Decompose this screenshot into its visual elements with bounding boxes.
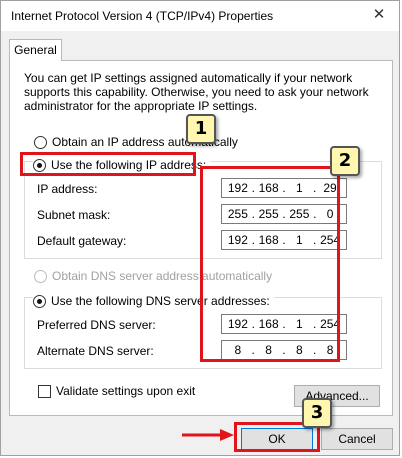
ip-octet-3[interactable]: 1 — [289, 181, 309, 195]
octet-separator: . — [282, 343, 286, 357]
adns-octet-4[interactable]: 8 — [320, 343, 340, 357]
adns-octet-3[interactable]: 8 — [289, 343, 309, 357]
obtain-dns-auto-radio[interactable]: Obtain DNS server address automatically — [34, 269, 272, 283]
pdns-octet-1[interactable]: 192 — [228, 317, 248, 331]
use-following-dns-label: Use the following DNS server addresses: — [51, 294, 270, 308]
subnet-octet-4[interactable]: 0 — [320, 207, 340, 221]
step-badge-1: 1 — [186, 114, 216, 144]
use-following-ip-radio[interactable]: Use the following IP address: — [33, 158, 211, 172]
title-bar: Internet Protocol Version 4 (TCP/IPv4) P… — [1, 1, 399, 31]
step-badge-3: 3 — [302, 398, 332, 428]
pdns-octet-3[interactable]: 1 — [289, 317, 309, 331]
gateway-octet-2[interactable]: 168 — [259, 233, 279, 247]
preferred-dns-label: Preferred DNS server: — [37, 318, 156, 332]
radio-selected-icon — [33, 158, 46, 172]
pdns-octet-4[interactable]: 254 — [320, 317, 340, 331]
octet-separator: . — [282, 207, 286, 221]
adns-octet-1[interactable]: 8 — [228, 343, 248, 357]
use-following-dns-radio[interactable]: Use the following DNS server addresses: — [33, 294, 274, 308]
adns-octet-2[interactable]: 8 — [259, 343, 279, 357]
subnet-mask-label: Subnet mask: — [37, 208, 111, 222]
octet-separator: . — [313, 343, 317, 357]
default-gateway-input[interactable]: 192. 168. 1. 254 — [221, 230, 347, 250]
alternate-dns-input[interactable]: 8. 8. 8. 8 — [221, 340, 347, 360]
subnet-octet-2[interactable]: 255 — [259, 207, 279, 221]
octet-separator: . — [282, 317, 286, 331]
ip-address-input[interactable]: 192. 168. 1. 29 — [221, 178, 347, 198]
octet-separator: . — [313, 317, 317, 331]
octet-separator: . — [313, 233, 317, 247]
radio-circle-icon — [34, 135, 47, 149]
pdns-octet-2[interactable]: 168 — [259, 317, 279, 331]
ip-octet-4[interactable]: 29 — [320, 181, 340, 195]
ip-octet-2[interactable]: 168 — [259, 181, 279, 195]
dns-group: Use the following DNS server addresses: … — [24, 294, 382, 369]
subnet-mask-input[interactable]: 255. 255. 255. 0 — [221, 204, 347, 224]
cancel-button[interactable]: Cancel — [321, 428, 393, 450]
validate-settings-label: Validate settings upon exit — [56, 384, 196, 398]
octet-separator: . — [282, 181, 286, 195]
octet-separator: . — [251, 343, 255, 357]
step-badge-2: 2 — [330, 146, 360, 176]
preferred-dns-input[interactable]: 192. 168. 1. 254 — [221, 314, 347, 334]
alternate-dns-label: Alternate DNS server: — [37, 344, 154, 358]
use-following-ip-label: Use the following IP address: — [51, 158, 207, 172]
gateway-octet-3[interactable]: 1 — [289, 233, 309, 247]
gateway-octet-4[interactable]: 254 — [320, 233, 340, 247]
obtain-dns-auto-label: Obtain DNS server address automatically — [52, 269, 273, 283]
window-title: Internet Protocol Version 4 (TCP/IPv4) P… — [11, 9, 274, 23]
tab-general[interactable]: General — [9, 39, 62, 61]
red-arrow-icon — [182, 429, 234, 441]
octet-separator: . — [313, 207, 317, 221]
radio-selected-icon — [33, 294, 46, 308]
ip-address-group: Use the following IP address: IP address… — [24, 158, 382, 259]
ok-button[interactable]: OK — [241, 428, 313, 450]
ipv4-properties-dialog: Internet Protocol Version 4 (TCP/IPv4) P… — [0, 0, 400, 456]
ip-octet-1[interactable]: 192 — [228, 181, 248, 195]
subnet-octet-1[interactable]: 255 — [228, 207, 248, 221]
ip-address-label: IP address: — [37, 182, 98, 196]
validate-settings-checkbox[interactable]: Validate settings upon exit — [38, 384, 195, 398]
close-icon[interactable]: ✕ — [369, 5, 389, 25]
gateway-octet-1[interactable]: 192 — [228, 233, 248, 247]
octet-separator: . — [313, 181, 317, 195]
octet-separator: . — [251, 207, 255, 221]
default-gateway-label: Default gateway: — [37, 234, 127, 248]
intro-text: You can get IP settings assigned automat… — [24, 71, 369, 113]
subnet-octet-3[interactable]: 255 — [289, 207, 309, 221]
octet-separator: . — [251, 181, 255, 195]
radio-circle-icon — [34, 269, 47, 283]
checkbox-icon — [38, 384, 51, 398]
octet-separator: . — [251, 317, 255, 331]
octet-separator: . — [282, 233, 286, 247]
octet-separator: . — [251, 233, 255, 247]
